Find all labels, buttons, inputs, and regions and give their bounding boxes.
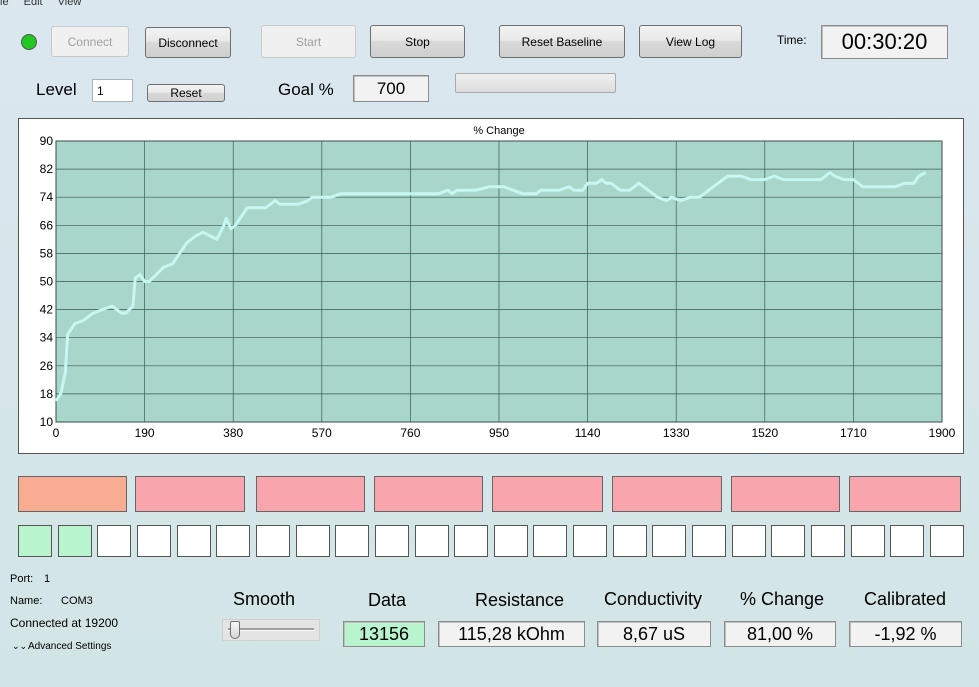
progress-indicator [374, 525, 409, 557]
percent-change-chart: % Change 0 190 380 570 760 950 1140 1330 1520 1710… [18, 118, 964, 454]
readout-label-resistance: Resistance [475, 590, 565, 610]
progress-indicator [414, 525, 449, 557]
progress-indicator [533, 525, 568, 557]
progress-indicator [454, 525, 489, 557]
level-input[interactable]: 1 [92, 79, 133, 102]
y-tick-label: 74 [40, 190, 54, 204]
y-tick-label: 58 [40, 246, 54, 260]
chart-title: % Change [473, 125, 524, 137]
progress-indicator [97, 525, 132, 557]
progress-indicator [176, 525, 211, 557]
connection-status-led [21, 34, 37, 50]
x-tick-label: 0 [53, 426, 60, 440]
readout-value-percent-change: 81,00 % [724, 621, 836, 647]
time-label: Time: [777, 33, 807, 47]
menu-edit[interactable]: Edit [24, 0, 43, 8]
progress-indicator [811, 525, 846, 557]
reset-baseline-button[interactable]: Reset Baseline [499, 25, 625, 58]
x-tick-label: 1710 [840, 426, 867, 440]
smooth-slider-thumb[interactable] [230, 621, 240, 639]
menu-file[interactable]: le [0, 0, 9, 8]
readout-value-resistance: 115,28 kOhm [438, 621, 585, 647]
progress-indicator [295, 525, 330, 557]
smooth-label: Smooth [233, 589, 296, 609]
progress-indicator [255, 525, 290, 557]
threshold-indicator [849, 476, 961, 512]
connection-status-text: Connected at 19200 [10, 616, 119, 630]
x-tick-label: 190 [135, 426, 155, 440]
readout-label-data: Data [368, 590, 407, 610]
readout-label-percent-change: % Change [740, 589, 825, 609]
progress-indicator [18, 525, 52, 557]
readout-label-conductivity: Conductivity [604, 589, 703, 609]
y-tick-label: 34 [40, 331, 54, 345]
goal-progress-bar [455, 73, 616, 93]
progress-indicator [335, 525, 370, 557]
progress-indicator [692, 525, 727, 557]
progress-indicator [136, 525, 171, 557]
readout-value-data: 13156 [343, 621, 425, 647]
start-button[interactable]: Start [261, 25, 356, 58]
progress-indicator [493, 525, 528, 557]
x-tick-label: 1140 [575, 426, 601, 440]
view-log-button[interactable]: View Log [639, 25, 742, 58]
progress-indicator [652, 525, 687, 557]
goal-label: Goal % [278, 80, 334, 99]
readout-value-calibrated: -1,92 % [849, 621, 962, 647]
y-tick-label: 26 [40, 359, 54, 373]
connect-button[interactable]: Connect [51, 26, 129, 57]
stop-button[interactable]: Stop [370, 25, 465, 58]
goal-value: 700 [353, 75, 429, 102]
threshold-indicator [492, 476, 603, 512]
y-tick-label: 50 [40, 275, 54, 289]
name-label: Name: [10, 595, 43, 607]
advanced-settings-label[interactable]: Advanced Settings [28, 641, 111, 652]
threshold-indicator [731, 476, 840, 512]
x-tick-label: 950 [489, 426, 509, 440]
threshold-indicator [256, 476, 365, 512]
y-tick-label: 90 [40, 134, 54, 148]
threshold-indicator [135, 476, 245, 512]
name-value: COM3 [61, 595, 93, 607]
threshold-indicator [612, 476, 722, 512]
progress-indicator [850, 525, 885, 557]
level-reset-button[interactable]: Reset [147, 84, 225, 102]
threshold-indicator [374, 476, 483, 512]
y-tick-label: 18 [40, 387, 54, 401]
progress-indicator [731, 525, 766, 557]
progress-indicator [771, 525, 806, 557]
y-tick-label: 42 [40, 303, 54, 317]
progress-indicator [890, 525, 925, 557]
y-tick-label: 10 [40, 415, 54, 429]
advanced-settings-toggle[interactable]: ⌄⌄ [12, 641, 27, 652]
x-tick-label: 1520 [751, 426, 778, 440]
double-chevron-down-icon: ⌄⌄ [12, 641, 28, 651]
y-tick-label: 66 [40, 218, 54, 232]
chart-svg: % Change 0 190 380 570 760 950 1140 1330 1520 1710… [40, 125, 956, 440]
smooth-slider-track [228, 628, 314, 631]
x-tick-label: 760 [400, 426, 420, 440]
port-label: Port: [10, 573, 34, 585]
x-tick-label: 1330 [663, 426, 690, 440]
y-tick-label: 82 [40, 162, 54, 176]
readout-label-calibrated: Calibrated [864, 589, 947, 609]
progress-indicator [930, 525, 964, 557]
x-tick-label: 1900 [929, 426, 956, 440]
menu-view[interactable]: View [58, 0, 82, 8]
disconnect-button[interactable]: Disconnect [145, 27, 231, 58]
readout-value-conductivity: 8,67 uS [597, 621, 711, 647]
level-label: Level [36, 80, 77, 99]
x-tick-label: 380 [223, 426, 243, 440]
threshold-indicator [18, 476, 127, 512]
progress-indicator [57, 525, 92, 557]
port-value: 1 [44, 573, 51, 585]
progress-indicator [612, 525, 647, 557]
x-tick-label: 570 [312, 426, 332, 440]
menu-bar: le Edit View [0, 0, 979, 9]
progress-indicator [216, 525, 251, 557]
time-display: 00:30:20 [821, 25, 948, 59]
progress-indicator [573, 525, 608, 557]
